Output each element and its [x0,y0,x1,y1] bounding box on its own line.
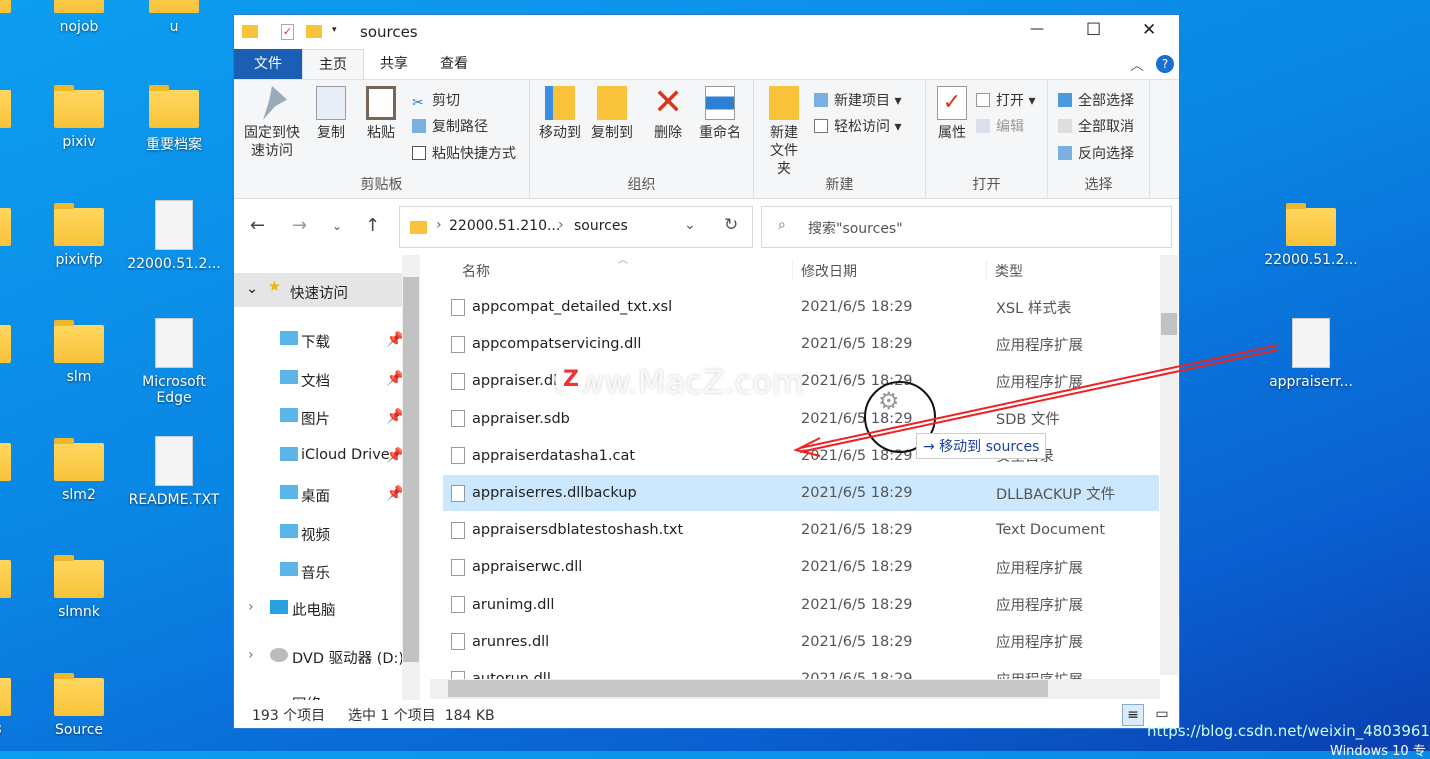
windows-version-text: Windows 10 专 [1330,744,1426,759]
annotation-arrow [793,344,1279,457]
url-watermark: https://blog.csdn.net/weixin_48039619 [1147,722,1430,740]
